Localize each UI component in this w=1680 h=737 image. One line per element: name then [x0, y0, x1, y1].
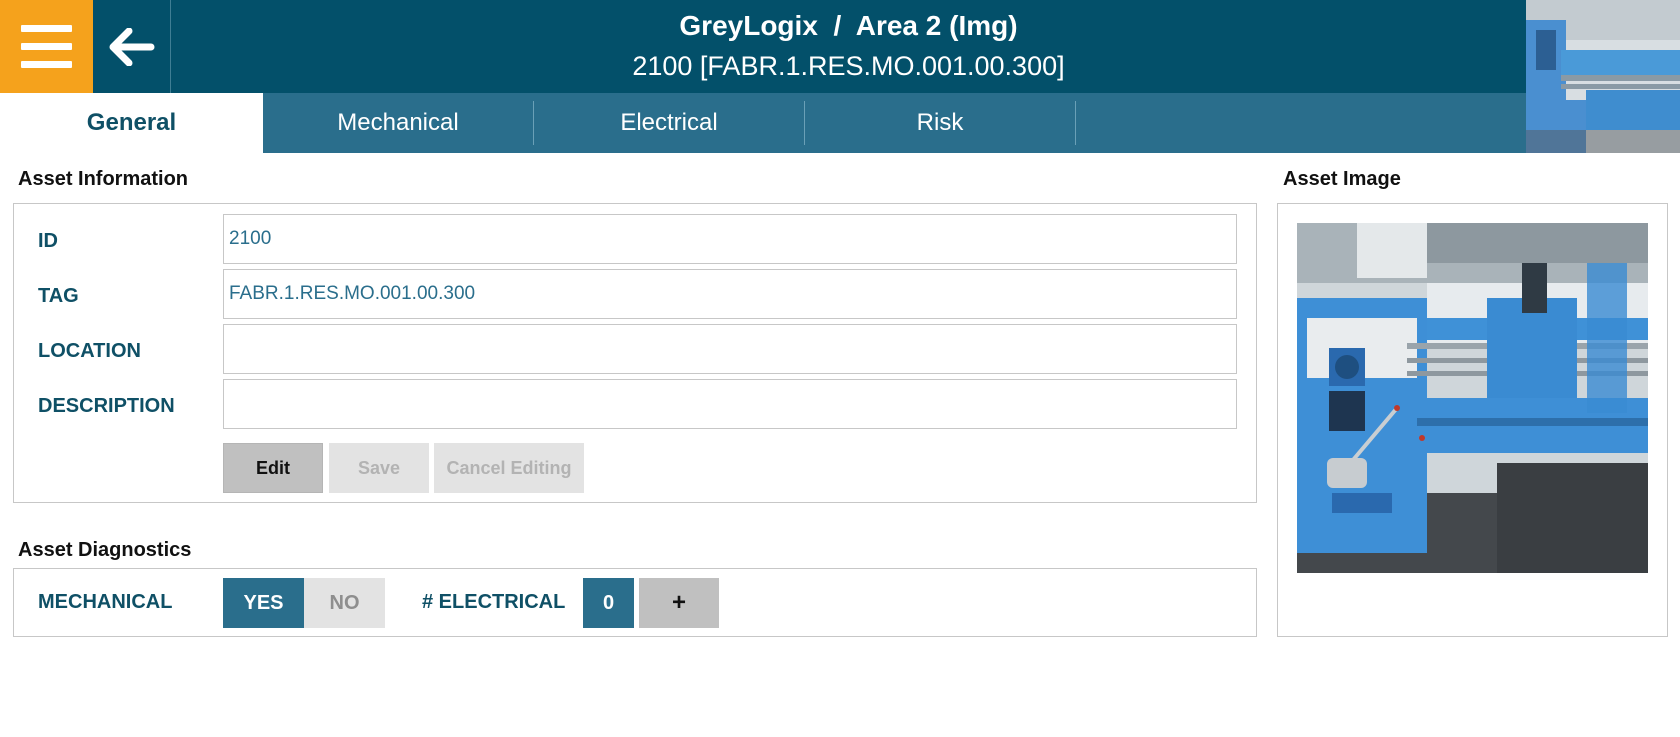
mechanical-label: MECHANICAL: [38, 591, 173, 613]
tab-bar: General Mechanical Electrical Risk: [0, 93, 1526, 153]
asset-diagnostics-heading: Asset Diagnostics: [18, 539, 192, 561]
asset-image[interactable]: [1297, 223, 1648, 573]
asset-image-panel: [1277, 203, 1668, 637]
id-label: ID: [38, 230, 58, 252]
electrical-count-label: # ELECTRICAL: [422, 591, 566, 613]
mechanical-yes-toggle[interactable]: YES: [223, 578, 304, 628]
save-button[interactable]: Save: [329, 443, 429, 493]
header-titles: GreyLogix / Area 2 (Img) 2100 [FABR.1.RE…: [171, 0, 1526, 93]
electrical-count-value: 0: [583, 578, 634, 628]
mechanical-no-toggle[interactable]: NO: [304, 578, 385, 628]
asset-image-heading: Asset Image: [1283, 168, 1401, 190]
asset-diagnostics-panel: MECHANICAL YES NO # ELECTRICAL 0 +: [13, 568, 1257, 637]
tag-label: TAG: [38, 285, 79, 307]
hamburger-menu-icon-bar: [21, 43, 72, 50]
description-field[interactable]: [223, 379, 1237, 429]
asset-information-panel: ID TAG LOCATION DESCRIPTION Edit Save Ca…: [13, 203, 1257, 503]
back-arrow-icon: [109, 27, 154, 66]
page-subtitle: 2100 [FABR.1.RES.MO.001.00.300]: [632, 51, 1065, 81]
id-field[interactable]: [223, 214, 1237, 264]
cancel-editing-button[interactable]: Cancel Editing: [434, 443, 584, 493]
location-field[interactable]: [223, 324, 1237, 374]
app-header: GreyLogix / Area 2 (Img) 2100 [FABR.1.RE…: [0, 0, 1680, 93]
description-label: DESCRIPTION: [38, 395, 175, 417]
location-label: LOCATION: [38, 340, 141, 362]
lathe-photo-image: [1297, 223, 1648, 573]
tab-mechanical[interactable]: Mechanical: [263, 93, 533, 153]
hamburger-menu-button[interactable]: [0, 0, 93, 93]
lathe-thumbnail-image: [1526, 0, 1680, 153]
hamburger-menu-icon-bar: [21, 61, 72, 68]
tag-field[interactable]: [223, 269, 1237, 319]
hamburger-menu-icon: [21, 25, 72, 32]
edit-button[interactable]: Edit: [223, 443, 323, 493]
tab-general[interactable]: General: [0, 93, 263, 153]
add-electrical-button[interactable]: +: [639, 578, 719, 628]
tab-risk[interactable]: Risk: [805, 93, 1075, 153]
header-asset-thumbnail[interactable]: [1526, 0, 1680, 153]
back-button[interactable]: [93, 0, 171, 93]
tab-divider: [1075, 101, 1076, 145]
asset-information-heading: Asset Information: [18, 168, 189, 190]
page-title: GreyLogix / Area 2 (Img): [679, 10, 1018, 41]
tab-electrical[interactable]: Electrical: [534, 93, 804, 153]
